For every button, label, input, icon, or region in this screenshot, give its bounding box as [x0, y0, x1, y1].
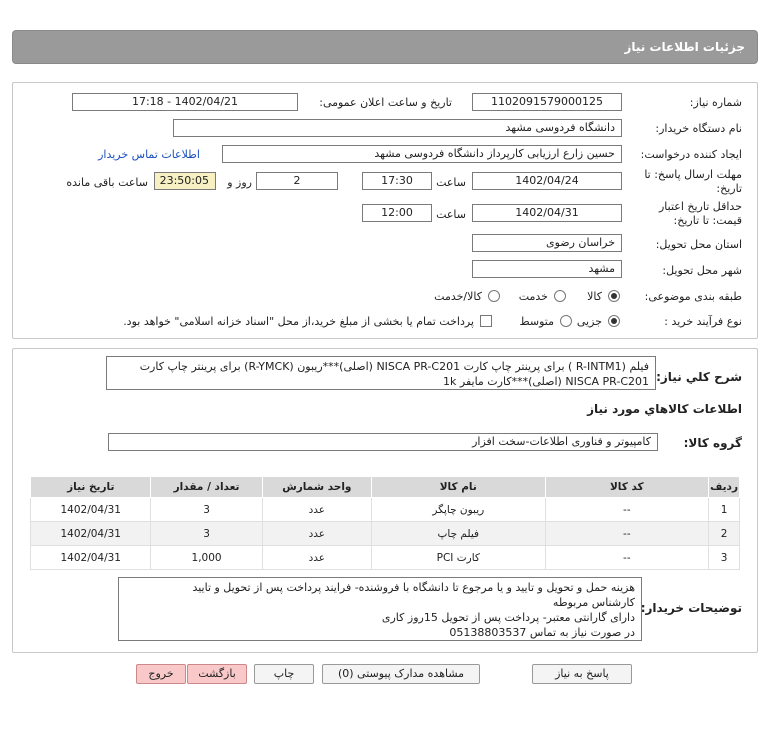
remaining-word: ساعت باقی مانده [66, 176, 148, 189]
deadline-time-word: ساعت [436, 176, 466, 189]
header-quantity: تعداد / مقدار [150, 476, 263, 498]
need-number-label: شماره نیاز: [689, 96, 742, 109]
purchase-option-minor: جزیی [576, 315, 602, 328]
table-row: 2 -- فیلم چاپ عدد 3 1402/04/31 [29, 521, 740, 546]
purchase-radio-minor[interactable] [608, 315, 620, 327]
category-option-goods-service: کالا/خدمت [434, 290, 482, 303]
item-quantity: 3 [150, 497, 263, 522]
item-need-date: 1402/04/31 [29, 521, 152, 546]
announce-label: تاریخ و ساعت اعلان عمومی: [319, 96, 452, 109]
reply-button[interactable]: پاسخ به نیاز [532, 664, 632, 684]
item-unit: عدد [261, 545, 373, 570]
page-title: جزئیات اطلاعات نیاز [12, 30, 758, 64]
purchase-radio-medium[interactable] [560, 315, 572, 327]
item-need-date: 1402/04/31 [29, 497, 152, 522]
remaining-time-field: 23:50:05 [154, 172, 216, 190]
days-field: 2 [256, 172, 338, 190]
deadline-date-field: 1402/04/24 [472, 172, 622, 190]
buyer-notes-label: توضیحات خریدار: [640, 601, 742, 615]
treasury-note: پرداخت تمام یا بخشی از مبلغ خرید،از محل … [123, 315, 474, 328]
city-field: مشهد [472, 260, 622, 278]
table-header-row: ردیف کد کالا نام کالا واحد شمارش تعداد /… [29, 476, 740, 498]
goods-table: ردیف کد کالا نام کالا واحد شمارش تعداد /… [29, 476, 740, 570]
header-item-name: نام کالا [371, 476, 546, 498]
buyer-notes-line: کارشناس مربوطه [552, 596, 635, 609]
requester-label: ایجاد کننده درخواست: [640, 148, 742, 161]
view-attachments-button[interactable]: مشاهده مدارک پیوستی (0) [322, 664, 480, 684]
row-number: 2 [708, 521, 740, 546]
need-number-field: 1102091579000125 [472, 93, 622, 111]
header-row-number: ردیف [708, 476, 740, 498]
goods-section-heading: اطلاعات کالاهاي مورد نياز [587, 402, 742, 416]
category-option-goods: کالا [587, 290, 602, 303]
validity-label-2: قیمت: تا تاریخ: [673, 214, 742, 227]
province-label: استان محل تحویل: [655, 238, 742, 251]
table-row: 3 -- کارت PCI عدد 1,000 1402/04/31 [29, 545, 740, 570]
buyer-org-field: دانشگاه فردوسی مشهد [173, 119, 622, 137]
row-number: 1 [708, 497, 740, 522]
table-row: 1 -- ریبون چاپگر عدد 3 1402/04/31 [29, 497, 740, 522]
buyer-notes-line: دارای گارانتی معتبر- پرداخت پس از تحویل … [381, 611, 635, 624]
buyer-notes-line: هزینه حمل و تحویل و تایید و یا مرجوع تا … [192, 581, 635, 594]
print-button[interactable]: چاپ [254, 664, 314, 684]
buyer-org-label: نام دستگاه خریدار: [655, 122, 742, 135]
treasury-checkbox[interactable] [480, 315, 492, 327]
purchase-type-label: نوع فرآیند خرید : [664, 315, 742, 328]
city-label: شهر محل تحویل: [662, 264, 742, 277]
category-radio-goods[interactable] [608, 290, 620, 302]
item-unit: عدد [261, 497, 373, 522]
validity-label-1: حداقل تاریخ اعتبار [658, 200, 742, 213]
header-need-date: تاریخ نیاز [29, 476, 152, 498]
item-code: -- [544, 497, 710, 522]
item-code: -- [544, 521, 710, 546]
buyer-notes-line: در صورت نیاز به تماس 05138803537 [449, 626, 635, 639]
category-radio-service[interactable] [554, 290, 566, 302]
buyer-notes-box: هزینه حمل و تحویل و تایید و یا مرجوع تا … [118, 577, 642, 641]
category-option-service: خدمت [518, 290, 548, 303]
item-quantity: 3 [150, 521, 263, 546]
item-need-date: 1402/04/31 [29, 545, 152, 570]
announce-field: 1402/04/21 - 17:18 [72, 93, 298, 111]
requester-field: حسین زارع ارزیابی کارپرداز دانشگاه فردوس… [222, 145, 622, 163]
summary-box: فیلم (R-INTM1 ) برای پرینتر چاپ کارت NIS… [106, 356, 656, 390]
deadline-time-field: 17:30 [362, 172, 432, 190]
header-item-code: کد کالا [544, 476, 710, 498]
summary-line-2: NISCA PR-C201 (اصلی)***کارت مایفر 1k [443, 375, 649, 388]
deadline-label-1: مهلت ارسال پاسخ: تا [644, 168, 742, 181]
summary-label: شرح کلي نياز: [656, 370, 742, 384]
summary-line-1: فیلم (R-INTM1 ) برای پرینتر چاپ کارت NIS… [139, 360, 649, 373]
item-name: ریبون چاپگر [371, 497, 546, 522]
exit-button[interactable]: خروج [136, 664, 186, 684]
item-name: کارت PCI [371, 545, 546, 570]
item-code: -- [544, 545, 710, 570]
item-name: فیلم چاپ [371, 521, 546, 546]
item-unit: عدد [261, 521, 373, 546]
buyer-contact-link[interactable]: اطلاعات تماس خریدار [98, 148, 200, 161]
validity-date-field: 1402/04/31 [472, 204, 622, 222]
goods-group-field: کامپیوتر و فناوری اطلاعات-سخت افزار [108, 433, 658, 451]
province-field: خراسان رضوی [472, 234, 622, 252]
purchase-option-medium: متوسط [519, 315, 554, 328]
validity-time-field: 12:00 [362, 204, 432, 222]
validity-time-word: ساعت [436, 208, 466, 221]
category-label: طبقه بندی موضوعی: [644, 290, 742, 303]
goods-group-label: گروه کالا: [683, 436, 742, 450]
days-word: روز و [227, 176, 252, 189]
item-quantity: 1,000 [150, 545, 263, 570]
row-number: 3 [708, 545, 740, 570]
back-button[interactable]: بازگشت [187, 664, 247, 684]
category-radio-goods-service[interactable] [488, 290, 500, 302]
deadline-label-2: تاریخ: [716, 182, 742, 195]
header-unit: واحد شمارش [261, 476, 373, 498]
